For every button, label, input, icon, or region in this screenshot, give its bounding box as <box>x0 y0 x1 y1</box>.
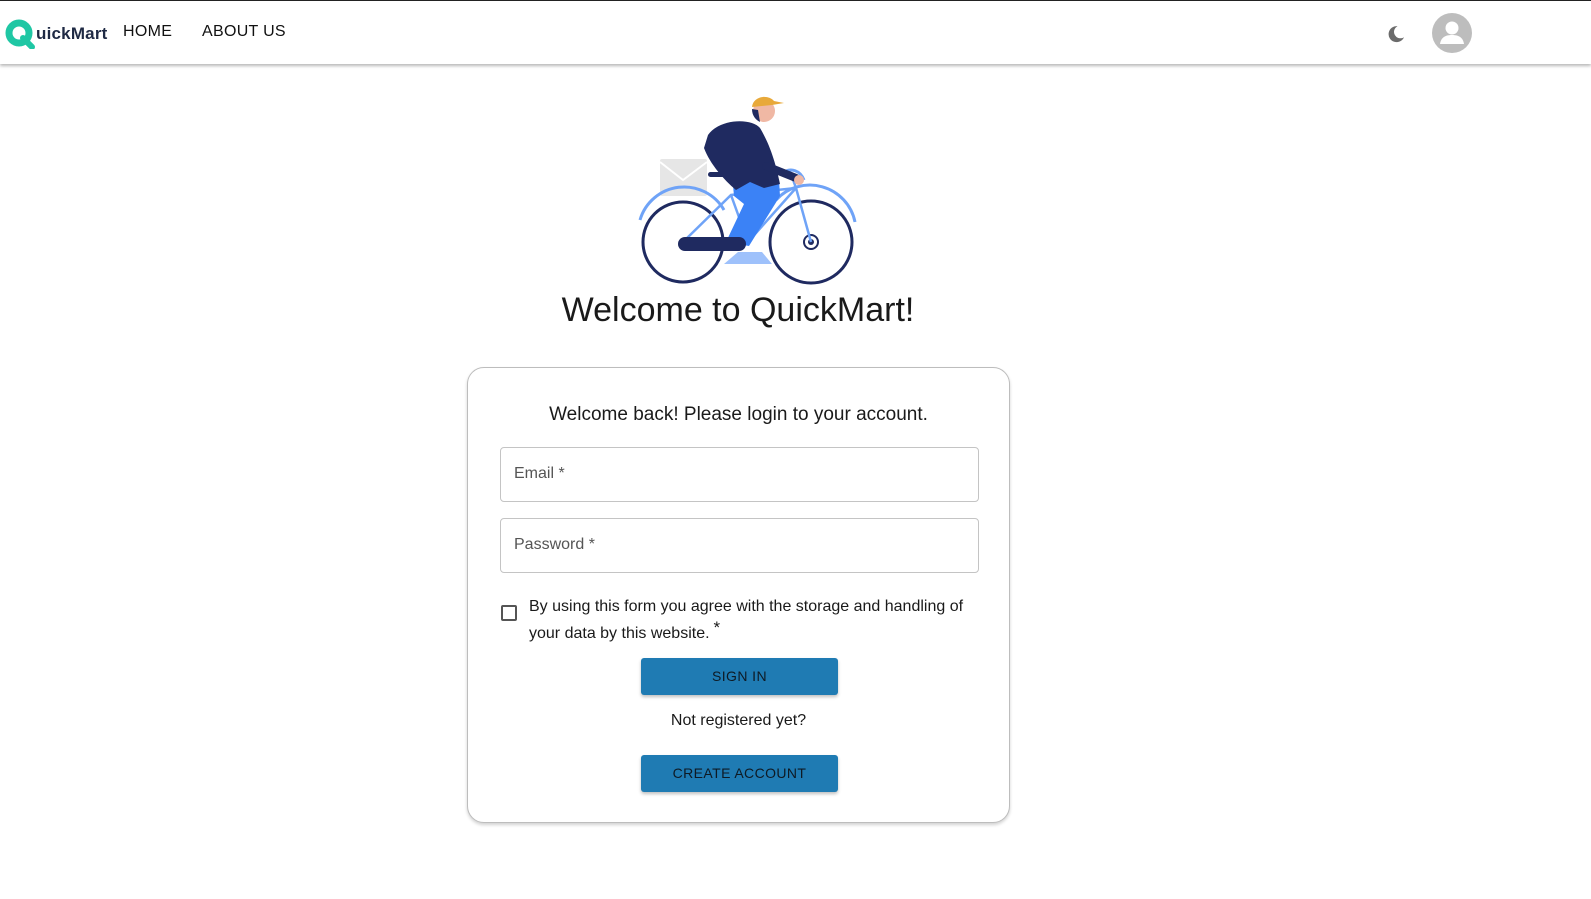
logo-q-icon <box>5 19 35 49</box>
password-input[interactable] <box>501 519 978 572</box>
login-subtitle: Welcome back! Please login to your accou… <box>549 404 928 425</box>
consent-text: By using this form you agree with the st… <box>529 598 964 642</box>
page-title: Welcome to QuickMart! <box>561 291 915 329</box>
nav-home-link[interactable]: HOME <box>123 23 172 41</box>
delivery-cyclist-illustration <box>636 92 860 288</box>
quickmart-logo[interactable]: uickMart <box>5 19 108 49</box>
logo-text: uickMart <box>36 24 108 43</box>
user-avatar-button[interactable] <box>1432 13 1472 53</box>
required-asterisk: * <box>713 618 721 637</box>
password-field[interactable]: Password * <box>500 518 979 573</box>
sign-in-button[interactable]: SIGN IN <box>641 658 838 695</box>
consent-label[interactable]: By using this form you agree with the st… <box>529 594 969 647</box>
login-card: Welcome back! Please login to your accou… <box>467 367 1010 823</box>
consent-checkbox[interactable] <box>501 605 517 621</box>
email-field[interactable]: Email * <box>500 447 979 502</box>
dark-mode-toggle[interactable] <box>1385 23 1407 45</box>
create-account-button[interactable]: CREATE ACCOUNT <box>641 755 838 792</box>
moon-icon <box>1388 26 1404 43</box>
nav-about-us-link[interactable]: ABOUT US <box>202 23 286 41</box>
register-prompt: Not registered yet? <box>670 712 807 729</box>
top-app-bar: uickMart HOME ABOUT US <box>0 0 1591 64</box>
consent-row: By using this form you agree with the st… <box>500 590 980 642</box>
person-icon <box>1440 21 1464 44</box>
email-input[interactable] <box>501 448 978 501</box>
